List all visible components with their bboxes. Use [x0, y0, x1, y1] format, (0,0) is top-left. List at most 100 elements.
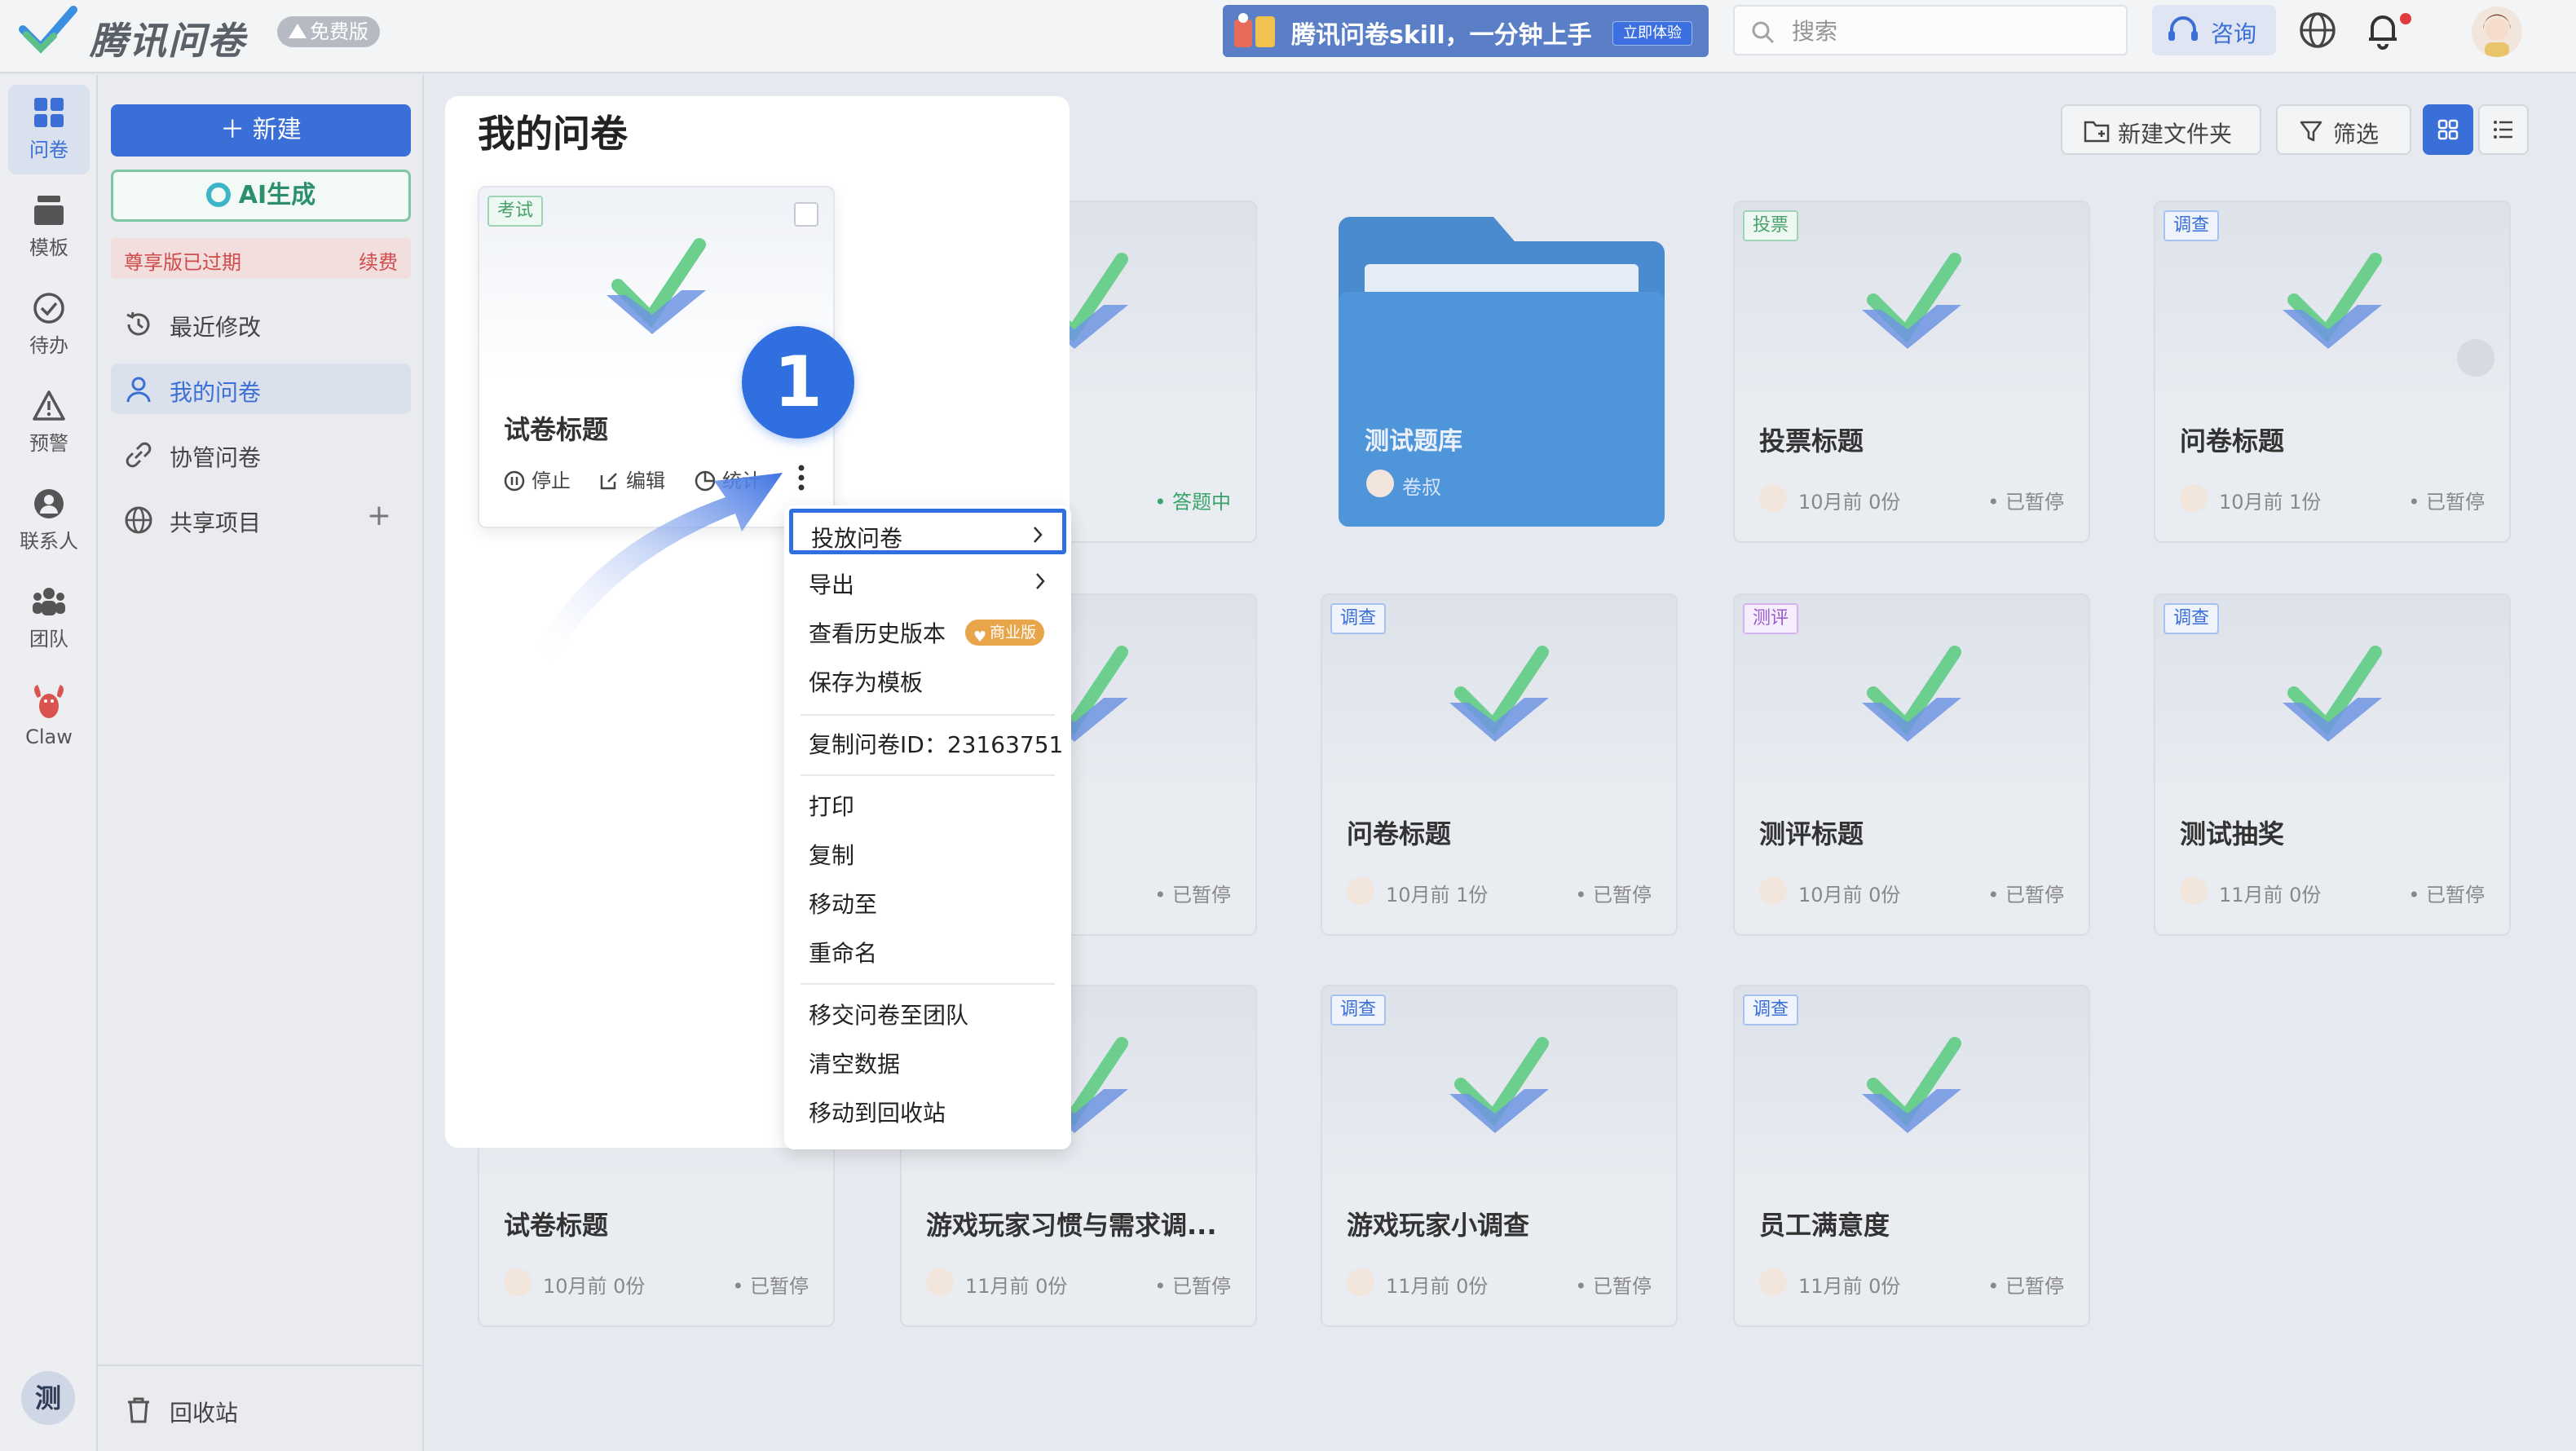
card-time: 10月前 0份	[543, 1275, 646, 1298]
card-time: 11月前 0份	[965, 1275, 1068, 1298]
promo-banner[interactable]: 腾讯问卷skill，一分钟上手 立即体验	[1223, 5, 1709, 57]
menu-item-distribute[interactable]: 投放问卷	[789, 509, 1066, 554]
questionnaire-card[interactable]: 调查 员工满意度 11月前 0份 • 已暂停	[1733, 985, 2090, 1327]
menu-item-transfer-team[interactable]: 移交问卷至团队	[791, 990, 1065, 1035]
menu-item-rename[interactable]: 重命名	[791, 928, 1065, 973]
card-tag: 调查	[1330, 995, 1387, 1025]
add-shared-project-icon[interactable]: +	[367, 499, 391, 532]
sidebar-item-label: 协管问卷	[170, 444, 262, 471]
check-circle-icon	[33, 293, 64, 324]
ai-generate-button[interactable]: AI生成	[111, 170, 411, 222]
menu-item-copy-id[interactable]: 复制问卷ID：23163751	[791, 719, 1065, 765]
questionnaire-card[interactable]: 调查 游戏玩家小调查 11月前 0份 • 已暂停	[1321, 985, 1678, 1327]
questionnaire-card[interactable]: 测评 测评标题 10月前 0份 • 已暂停	[1733, 593, 2090, 936]
filter-funnel-icon	[2300, 121, 2322, 142]
menu-item-label: 重命名	[809, 940, 878, 967]
sidebar-divider	[98, 1365, 424, 1366]
menu-item-clear-data[interactable]: 清空数据	[791, 1039, 1065, 1084]
rail-label: 模板	[29, 236, 68, 259]
user-avatar[interactable]	[2472, 7, 2522, 57]
rail-item-warning[interactable]: 预警	[8, 378, 90, 468]
rail-item-claw[interactable]: Claw	[8, 672, 90, 761]
plan-badge: 免费版	[277, 16, 380, 47]
sidebar-item-shared-projects[interactable]: 共享项目 +	[111, 494, 411, 545]
card-title: 问卷标题	[2180, 426, 2285, 456]
card-time: 11月前 0份	[1798, 1275, 1901, 1298]
list-view-button[interactable]	[2478, 104, 2529, 155]
questionnaire-card[interactable]: 调查 问卷标题 10月前 1份 • 已暂停	[2154, 201, 2511, 543]
heart-icon: ♥	[973, 628, 987, 646]
bell-icon[interactable]	[2362, 10, 2403, 51]
rail-item-questionnaire[interactable]: 问卷	[8, 85, 90, 174]
card-tag: 测评	[1743, 603, 1799, 634]
card-time: 10月前 0份	[1798, 491, 1901, 514]
menu-item-move-to[interactable]: 移动至	[791, 879, 1065, 924]
sidebar-item-label: 最近修改	[170, 314, 262, 341]
menu-item-save-template[interactable]: 保存为模板	[791, 657, 1065, 703]
status-badge: • 已暂停	[1575, 884, 1652, 906]
filter-button[interactable]: 筛选	[2276, 104, 2411, 155]
team-people-icon	[33, 588, 65, 615]
app-name[interactable]: 腾讯问卷	[90, 11, 246, 65]
search-input[interactable]	[1792, 15, 2110, 47]
menu-item-move-trash[interactable]: 移动到回收站	[791, 1087, 1065, 1133]
new-folder-button[interactable]: 新建文件夹	[2061, 104, 2261, 155]
trash-label: 回收站	[170, 1400, 239, 1427]
sidebar-item-label: 共享项目	[170, 509, 262, 536]
menu-item-label: 移动到回收站	[809, 1100, 946, 1127]
avatar	[2180, 877, 2208, 905]
sidebar-item-recent[interactable]: 最近修改	[111, 298, 411, 349]
headset-icon	[2168, 16, 2198, 41]
grid-icon	[34, 98, 64, 127]
rail-label: 预警	[29, 432, 68, 455]
sidebar-item-co-managed[interactable]: 协管问卷	[111, 429, 411, 479]
menu-item-label: 保存为模板	[809, 669, 924, 696]
rail-item-todo[interactable]: 待办	[8, 280, 90, 370]
folder-card[interactable]: 测试题库 卷叔	[1339, 217, 1665, 527]
check-mark-icon	[1862, 646, 1961, 742]
questionnaire-card[interactable]: 调查 测试抽奖 11月前 0份 • 已暂停	[2154, 593, 2511, 936]
search-box[interactable]	[1733, 5, 2128, 55]
grid-view-button[interactable]	[2423, 104, 2473, 155]
add-folder-icon	[2084, 121, 2110, 143]
check-mark-icon	[607, 238, 706, 334]
status-badge: • 答题中	[1154, 491, 1231, 514]
renew-link[interactable]: 续费	[359, 246, 398, 275]
rail-item-team[interactable]: 团队	[8, 574, 90, 664]
questionnaire-card[interactable]: 投票 投票标题 10月前 0份 • 已暂停	[1733, 201, 2090, 543]
card-select-checkbox[interactable]	[794, 202, 818, 227]
history-clock-icon	[126, 311, 150, 336]
rail-item-contacts[interactable]: 联系人	[8, 476, 90, 566]
workspace-avatar[interactable]: 测	[21, 1371, 75, 1425]
check-mark-icon	[1862, 1037, 1961, 1133]
globe-icon[interactable]	[2297, 10, 2338, 51]
check-mark-icon	[1449, 646, 1549, 742]
menu-item-export[interactable]: 导出	[791, 559, 1065, 605]
consult-button[interactable]: 咨询	[2152, 5, 2276, 55]
app-logo-icon[interactable]	[18, 5, 78, 60]
questionnaire-card[interactable]: 调查 问卷标题 10月前 1份 • 已暂停	[1321, 593, 1678, 936]
promo-try-button[interactable]: 立即体验	[1612, 21, 1692, 46]
menu-item-label: 复制	[809, 842, 855, 869]
rail-item-template[interactable]: 模板	[8, 183, 90, 272]
avatar-face-icon	[2483, 14, 2511, 57]
menu-item-copy[interactable]: 复制	[791, 830, 1065, 875]
card-tag: 投票	[1743, 210, 1799, 241]
link-icon	[126, 442, 152, 468]
card-tag: 调查	[2164, 210, 2220, 241]
sidebar-item-my-questionnaires[interactable]: 我的问卷	[111, 364, 411, 414]
card-title: 员工满意度	[1759, 1210, 1890, 1241]
menu-item-history[interactable]: 查看历史版本 ♥ 商业版	[791, 608, 1065, 654]
sidebar-item-trash[interactable]: 回收站	[111, 1384, 411, 1435]
new-button[interactable]: ＋ 新建	[111, 104, 411, 157]
status-badge: • 已暂停	[2408, 491, 2485, 514]
menu-item-label: 清空数据	[809, 1051, 901, 1078]
avatar	[1759, 877, 1787, 905]
menu-divider	[801, 714, 1055, 716]
tutorial-step-number: 1	[742, 326, 854, 439]
search-icon	[1752, 21, 1775, 44]
business-badge: ♥ 商业版	[965, 620, 1045, 646]
rail-label: Claw	[25, 726, 73, 748]
menu-item-print[interactable]: 打印	[791, 781, 1065, 827]
card-title: 试卷标题	[504, 1210, 609, 1241]
